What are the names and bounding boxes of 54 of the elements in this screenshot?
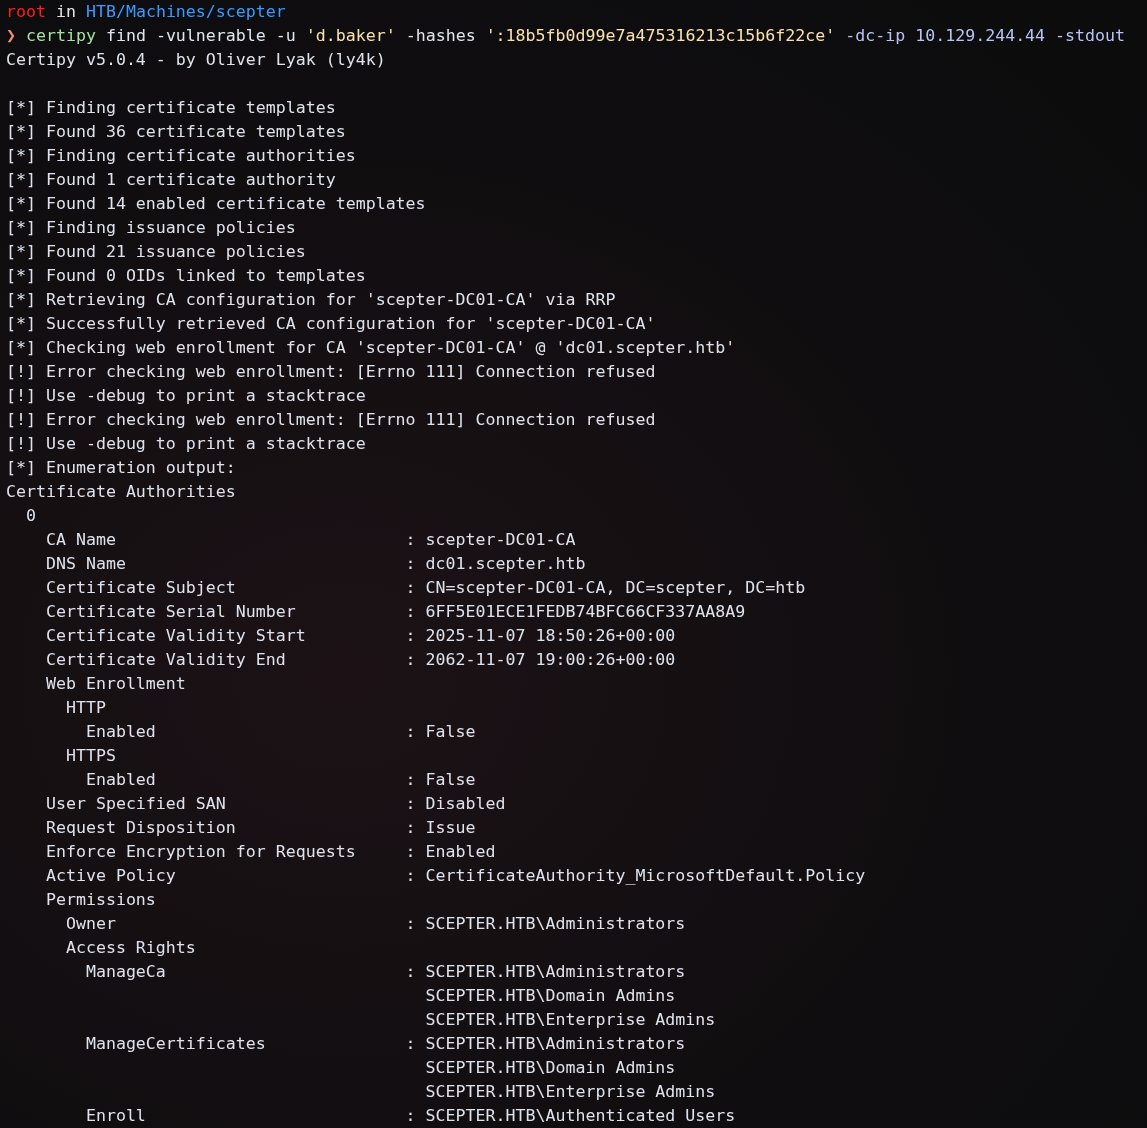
output-line: Enroll : SCEPTER.HTB\Authenticated Users — [84, 1106, 736, 1125]
output-line: 0 — [24, 506, 36, 525]
output-line: HTTPS — [64, 746, 116, 765]
output-line: [*] Finding certificate authorities — [6, 146, 356, 165]
banner-line: Certipy v5.0.4 - by Oliver Lyak (ly4k) — [6, 50, 386, 69]
output-line: Access Rights — [64, 938, 196, 957]
output-line: Permissions — [44, 890, 156, 909]
output-line: Web Enrollment — [44, 674, 186, 693]
command-string: ':18b5fb0d99e7a475316213c15b6f22ce' — [485, 25, 836, 47]
output-line: Enforce Encryption for Requests : Enabled — [44, 842, 496, 861]
output-line: [*] Enumeration output: — [6, 458, 236, 477]
output-line: DNS Name : dc01.scepter.htb — [44, 554, 586, 573]
output-line: [*] Found 21 issuance policies — [6, 242, 306, 261]
output-line: CA Name : scepter-DC01-CA — [44, 530, 576, 549]
output-line: ManageCertificates : SCEPTER.HTB\Administrators — [84, 1034, 686, 1053]
output-line: [!] Use -debug to print a stacktrace — [6, 434, 366, 453]
command-option: -dc-ip 10.129.244.44 -stdout — [845, 24, 1126, 48]
prompt-symbol: ❯ — [6, 25, 16, 47]
prompt-user: root — [6, 1, 46, 23]
output-line: Certificate Validity Start : 2025-11-07 18:50:26+00:00 — [44, 626, 676, 645]
output-line: [*] Finding certificate templates — [6, 98, 336, 117]
output-line: HTTP — [64, 698, 106, 717]
output-line: [!] Error checking web enrollment: [Errno 111] Connection refused — [6, 410, 656, 429]
output-line: SCEPTER.HTB\Enterprise Admins — [424, 1010, 716, 1029]
output-line: SCEPTER.HTB\Domain Admins — [424, 1058, 676, 1077]
output-line: [*] Found 1 certificate authority — [6, 170, 336, 189]
command-program: certipy — [26, 25, 96, 47]
command-argument: find -vulnerable -u — [105, 25, 296, 47]
output-line: [*] Checking web enrollment for CA 'scepter-DC01-CA' @ 'dc01.scepter.htb' — [6, 338, 736, 357]
output-line: [!] Use -debug to print a stacktrace — [6, 386, 366, 405]
output-line: [*] Found 0 OIDs linked to templates — [6, 266, 366, 285]
output-line: [*] Retrieving CA configuration for 'scepter-DC01-CA' via RRP — [6, 290, 616, 309]
output-line: [*] Successfully retrieved CA configuration for 'scepter-DC01-CA' — [6, 314, 656, 333]
output-line: SCEPTER.HTB\Enterprise Admins — [424, 1082, 716, 1101]
output-line: User Specified SAN : Disabled — [44, 794, 506, 813]
command-argument: -hashes — [405, 25, 476, 47]
output-line: Certificate Validity End : 2062-11-07 19:00:26+00:00 — [44, 650, 676, 669]
command-string: 'd.baker' — [305, 25, 396, 47]
output-line: [*] Found 14 enabled certificate templates — [6, 194, 426, 213]
output-line: Active Policy : CertificateAuthority_MicrosoftDefault.Policy — [44, 866, 866, 885]
output-line: [*] Found 36 certificate templates — [6, 122, 346, 141]
output-line: Enabled : False — [84, 722, 476, 741]
output-line: Certificate Serial Number : 6FF5E01ECE1FEDB74BFC66CF337AA8A9 — [44, 602, 746, 621]
output-line: Enabled : False — [84, 770, 476, 789]
output-line: [*] Finding issuance policies — [6, 218, 296, 237]
output-line: SCEPTER.HTB\Domain Admins — [424, 986, 676, 1005]
output-line: ManageCa : SCEPTER.HTB\Administrators — [84, 962, 686, 981]
output-line: Certificate Subject : CN=scepter-DC01-CA, DC=scepter, DC=htb — [44, 578, 806, 597]
output-line: Certificate Authorities — [6, 482, 236, 501]
output-line: Request Disposition : Issue — [44, 818, 476, 837]
prompt-path: HTB/Machines/scepter — [85, 1, 286, 23]
prompt-separator: in — [55, 1, 76, 23]
output-line: [!] Error checking web enrollment: [Errno 111] Connection refused — [6, 362, 656, 381]
output-line: Owner : SCEPTER.HTB\Administrators — [64, 914, 686, 933]
